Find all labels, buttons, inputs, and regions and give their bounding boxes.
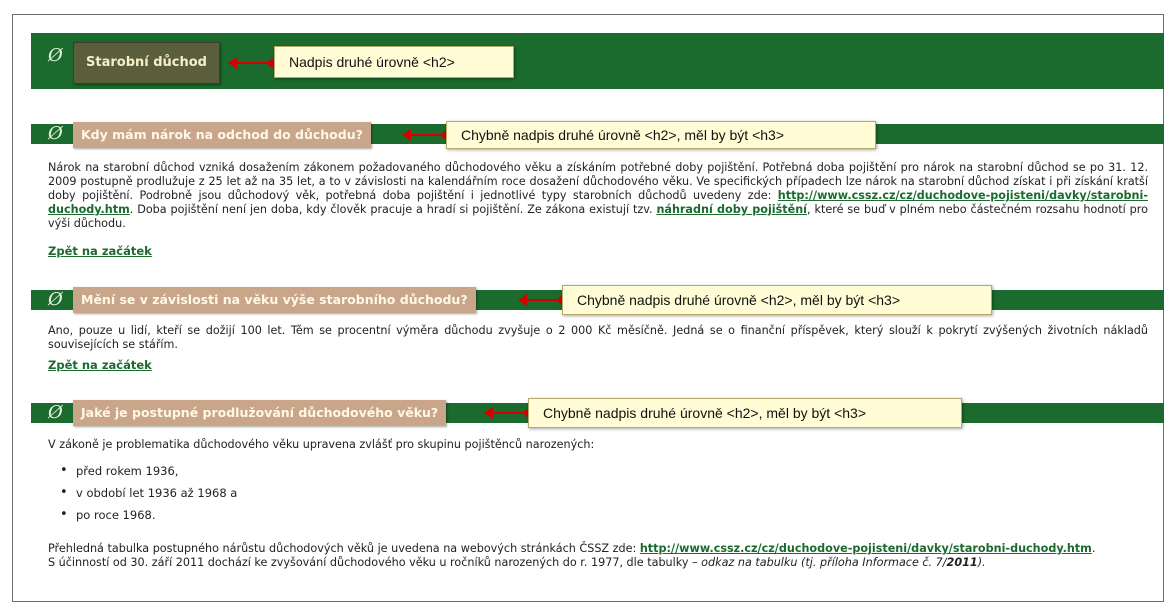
paragraph-meni-se: Ano, pouze u lidí, kteří se dožijí 100 l… [48,324,1148,351]
list-item: před rokem 1936, [60,460,237,482]
back-to-top-link[interactable]: Zpět na začátek [48,358,152,372]
callout-2: Chybně nadpis druhé úrovně <h2>, měl by … [446,121,876,149]
callout-arrow-1 [228,57,276,69]
paragraph-narok: Nárok na starobní důchod vzniká dosažení… [48,161,1148,230]
leaf-icon: Ø [48,402,63,423]
heading-meni-se: Mění se v závislosti na věku výše starob… [73,287,476,313]
birth-year-list: před rokem 1936, v období let 1936 až 19… [60,460,237,526]
link-starobni-duchody-2[interactable]: http://www.cssz.cz/cz/duchodove-pojisten… [640,542,1092,555]
list-item: v období let 1936 až 1968 a [60,482,237,504]
back-to-top-link[interactable]: Zpět na začátek [48,244,152,258]
callout-arrow-2 [402,129,450,141]
heading-starobni-duchod: Starobní důchod [73,42,220,84]
callout-arrow-4 [484,407,532,419]
paragraph-tabulka: Přehledná tabulka postupného nárůstu důc… [48,542,1096,569]
heading-kdy-mam-narok: Kdy mám nárok na odchod do důchodu? [73,122,371,148]
callout-4: Chybně nadpis druhé úrovně <h2>, měl by … [528,398,962,428]
heading-jake-je: Jaké je postupné prodlužování důchodovéh… [73,400,447,426]
link-nahradni-doby[interactable]: náhradní doby pojištění [656,203,807,216]
leaf-icon: Ø [48,123,63,144]
paragraph-intro: V zákoně je problematika důchodového věk… [48,438,595,451]
callout-3: Chybně nadpis druhé úrovně <h2>, měl by … [562,285,992,315]
leaf-icon: Ø [48,45,63,66]
leaf-icon: Ø [48,289,63,310]
callout-arrow-3 [518,294,566,306]
callout-1: Nadpis druhé úrovně <h2> [274,46,514,78]
list-item: po roce 1968. [60,504,237,526]
